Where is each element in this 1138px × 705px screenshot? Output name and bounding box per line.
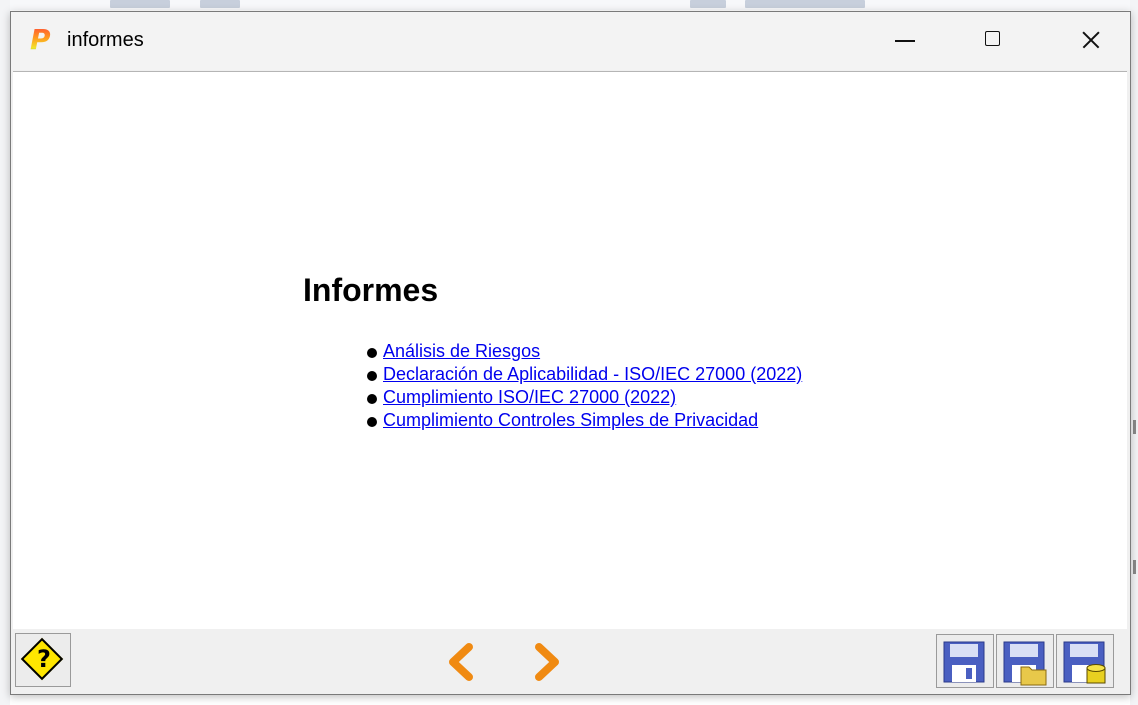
background-ghost-text: [745, 0, 865, 8]
floppy-folder-icon: [1003, 641, 1047, 686]
page-title: Informes: [303, 272, 439, 308]
background-edge-right: [1130, 0, 1138, 705]
save-button[interactable]: [936, 634, 994, 688]
previous-button[interactable]: [441, 639, 481, 685]
list-item: Cumplimiento Controles Simples de Privac…: [365, 409, 802, 432]
background-strip: [0, 0, 1138, 10]
minimize-icon: [895, 40, 915, 42]
bullet-icon: [367, 348, 377, 358]
help-button[interactable]: ?: [15, 633, 71, 687]
next-button[interactable]: [527, 639, 567, 685]
bullet-icon: [367, 417, 377, 427]
maximize-button[interactable]: [961, 12, 1025, 70]
background-ghost-text: [110, 0, 170, 8]
reports-list: Análisis de Riesgos Declaración de Aplic…: [365, 340, 802, 432]
minimize-button[interactable]: [873, 12, 937, 70]
list-item: Declaración de Aplicabilidad - ISO/IEC 2…: [365, 363, 802, 386]
help-question-mark: ?: [37, 645, 51, 673]
save-database-button[interactable]: [1056, 634, 1114, 688]
maximize-icon: [985, 31, 1000, 46]
list-item: Análisis de Riesgos: [365, 340, 802, 363]
background-edge-left: [0, 0, 10, 705]
report-link-risk-analysis[interactable]: Análisis de Riesgos: [383, 341, 540, 361]
title-bar[interactable]: P informes: [11, 12, 1130, 70]
bottom-toolbar: ?: [11, 629, 1130, 694]
chevron-right-icon: [535, 643, 559, 681]
content-area: Informes Análisis de Riesgos Declaración…: [13, 71, 1127, 630]
floppy-database-icon: [1063, 641, 1106, 684]
app-logo-icon: P: [30, 23, 51, 56]
background-ghost-text: [690, 0, 726, 8]
background-ghost-text: [200, 0, 240, 8]
chevron-left-icon: [449, 643, 473, 681]
report-link-statement-of-applicability[interactable]: Declaración de Aplicabilidad - ISO/IEC 2…: [383, 364, 802, 384]
floppy-save-icon: [943, 641, 985, 683]
window-title: informes: [67, 29, 144, 51]
close-button[interactable]: [1059, 12, 1123, 70]
informes-window: P informes Informes Análisis de Riesgos …: [10, 11, 1131, 695]
bullet-icon: [367, 394, 377, 404]
report-link-privacy-controls-compliance[interactable]: Cumplimiento Controles Simples de Privac…: [383, 410, 758, 430]
save-as-button[interactable]: [996, 634, 1054, 688]
report-link-iso-compliance[interactable]: Cumplimiento ISO/IEC 27000 (2022): [383, 387, 676, 407]
list-item: Cumplimiento ISO/IEC 27000 (2022): [365, 386, 802, 409]
bullet-icon: [367, 371, 377, 381]
